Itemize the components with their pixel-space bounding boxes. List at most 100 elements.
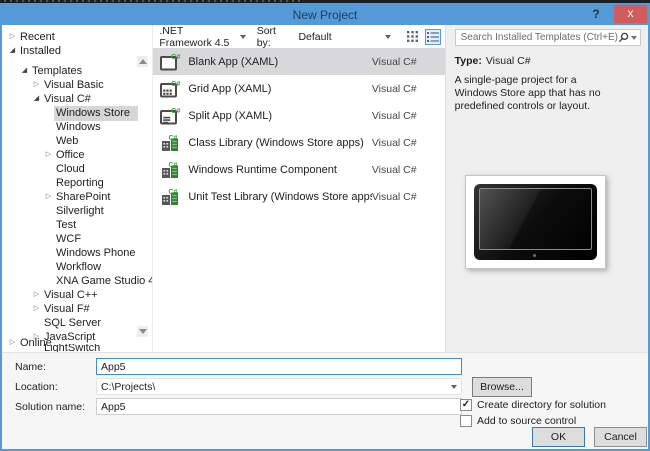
templates-tree: ▷ Recent ◢ Installed ◢ Templates ▷ Visua…: [2, 25, 154, 352]
cancel-button[interactable]: Cancel: [594, 427, 647, 447]
browse-button[interactable]: Browse...: [472, 377, 532, 397]
tree-item[interactable]: ▷ Visual Basic: [2, 78, 152, 92]
svg-text:C#: C#: [171, 106, 181, 115]
tree-expander-icon[interactable]: ▷: [43, 193, 54, 201]
tree-item[interactable]: Windows: [2, 120, 152, 134]
dialog-title: New Project: [292, 8, 358, 22]
dialog-content: ▷ Recent ◢ Installed ◢ Templates ▷ Visua…: [2, 25, 648, 352]
tree-item[interactable]: ▷ Online: [2, 336, 152, 350]
template-list-item[interactable]: C# Windows Runtime Component Visual C#: [153, 156, 444, 183]
screen: New Project ? x ▷ Recent ◢ Installed ◢ T…: [0, 0, 650, 451]
class-library-icon: C#: [159, 133, 181, 153]
source-control-checkbox-row[interactable]: Add to source control: [460, 415, 576, 427]
template-list-item[interactable]: C# Split App (XAML) Visual C#: [153, 102, 444, 129]
tree-item-label: SharePoint: [56, 191, 111, 203]
chevron-down-icon: [384, 34, 391, 39]
source-control-label: Add to source control: [477, 415, 577, 427]
tree-item[interactable]: ◢ Visual C#: [2, 92, 152, 106]
template-name: Grid App (XAML): [188, 82, 272, 95]
type-value: Visual C#: [485, 55, 531, 67]
search-placeholder: Search Installed Templates (Ctrl+E): [460, 32, 618, 43]
tree-item[interactable]: ▷ SharePoint: [2, 190, 152, 204]
template-list-item[interactable]: C# Unit Test Library (Windows Store apps…: [153, 183, 444, 210]
tree-expander-icon[interactable]: ◢: [31, 95, 42, 103]
tree-expander-icon[interactable]: ▷: [31, 305, 42, 313]
tree-expander-icon[interactable]: ◢: [19, 67, 30, 75]
tree-item-label: Visual Basic: [44, 79, 104, 91]
tree-item-label: XNA Game Studio 4.0: [56, 275, 154, 287]
template-list-item[interactable]: C# Blank App (XAML) Visual C#: [153, 48, 445, 75]
tree-item-label: Windows Store: [54, 105, 138, 121]
tree-item[interactable]: Silverlight: [2, 204, 152, 218]
tree-item[interactable]: Cloud: [2, 162, 152, 176]
location-combobox[interactable]: C:\Projects\: [96, 378, 462, 395]
tree-item-label: Online: [20, 337, 52, 349]
create-directory-checkbox[interactable]: ✓: [460, 399, 472, 411]
tree-item[interactable]: ◢ Installed: [2, 44, 152, 58]
template-name: Windows Runtime Component: [188, 163, 337, 176]
ok-button[interactable]: OK: [532, 427, 585, 447]
tree-item[interactable]: Web: [2, 134, 152, 148]
tree-item[interactable]: ▷ Recent: [2, 30, 152, 44]
tree-expander-icon[interactable]: ▷: [7, 33, 18, 41]
type-label: Type:: [454, 55, 482, 67]
small-icons-view-button[interactable]: [405, 29, 421, 45]
solution-name-label: Solution name:: [15, 401, 86, 413]
tree-item[interactable]: ▷ Visual C++: [2, 288, 152, 302]
tree-item[interactable]: Windows Phone: [2, 246, 152, 260]
tree-item[interactable]: ◢ Templates: [2, 64, 152, 78]
tree-expander-icon[interactable]: ▷: [43, 151, 54, 159]
tree-item-label: Test: [56, 219, 77, 231]
tree-item[interactable]: ▷ Visual F#: [2, 302, 152, 316]
list-view-button[interactable]: [424, 28, 441, 45]
tree-expander-icon[interactable]: ▷: [31, 291, 42, 299]
tree-item[interactable]: Workflow: [2, 260, 152, 274]
solution-name-input[interactable]: [96, 398, 462, 415]
help-button[interactable]: ?: [586, 5, 606, 25]
search-icon[interactable]: [618, 32, 629, 43]
svg-text:C#: C#: [171, 52, 181, 61]
project-type-line: Type: Visual C#: [455, 55, 641, 67]
tree-item[interactable]: Test: [2, 218, 152, 232]
grid-app-icon: C#: [159, 79, 182, 99]
template-list-item[interactable]: C# Class Library (Windows Store apps) Vi…: [153, 129, 444, 156]
tree-expander-icon[interactable]: ▷: [31, 81, 42, 89]
tree-expander-icon[interactable]: ▷: [7, 339, 18, 347]
titlebar[interactable]: New Project ? x: [2, 5, 648, 25]
scroll-down-icon: [138, 329, 147, 334]
tablet-screen: [478, 188, 592, 250]
tree-item[interactable]: Reporting: [2, 176, 152, 190]
location-label: Location:: [15, 381, 58, 393]
template-language: Visual C#: [371, 82, 417, 95]
tree-item[interactable]: SQL Server: [2, 316, 152, 330]
name-input[interactable]: [96, 358, 462, 375]
tree-item-label: Visual F#: [44, 303, 90, 315]
chevron-down-icon[interactable]: [451, 384, 457, 389]
close-button[interactable]: x: [614, 5, 647, 23]
view-mode-buttons: [405, 28, 441, 45]
search-options-chevron-icon[interactable]: [631, 35, 637, 40]
framework-dropdown[interactable]: .NET Framework 4.5: [156, 23, 248, 51]
source-control-checkbox[interactable]: [460, 415, 472, 427]
list-toolbar: .NET Framework 4.5 Sort by: Default: [153, 23, 444, 51]
template-language: Visual C#: [371, 55, 417, 68]
tree-item[interactable]: XNA Game Studio 4.0: [2, 274, 152, 288]
chevron-down-icon: [239, 34, 246, 39]
template-list-item[interactable]: C# Grid App (XAML) Visual C#: [153, 75, 444, 102]
tree-item[interactable]: Windows Store: [2, 105, 152, 121]
svg-text:C#: C#: [169, 134, 178, 141]
blank-app-icon: C#: [159, 52, 182, 72]
tree-item-label: Recent: [20, 31, 55, 43]
search-input[interactable]: Search Installed Templates (Ctrl+E): [454, 29, 641, 46]
info-panel: Search Installed Templates (Ctrl+E) Type…: [444, 25, 648, 352]
sort-dropdown-value: Default: [298, 30, 332, 43]
template-language: Visual C#: [371, 109, 417, 122]
tree-scroll-up-button[interactable]: [137, 56, 149, 67]
tree-expander-icon[interactable]: ◢: [7, 47, 18, 55]
tree-item[interactable]: WCF: [2, 232, 152, 246]
tree-item-label: Windows: [56, 121, 101, 133]
template-name: Unit Test Library (Windows Store apps): [188, 190, 372, 203]
create-directory-checkbox-row[interactable]: ✓ Create directory for solution: [460, 399, 606, 411]
tree-item[interactable]: ▷ Office: [2, 148, 152, 162]
sort-dropdown[interactable]: Default: [295, 29, 393, 45]
